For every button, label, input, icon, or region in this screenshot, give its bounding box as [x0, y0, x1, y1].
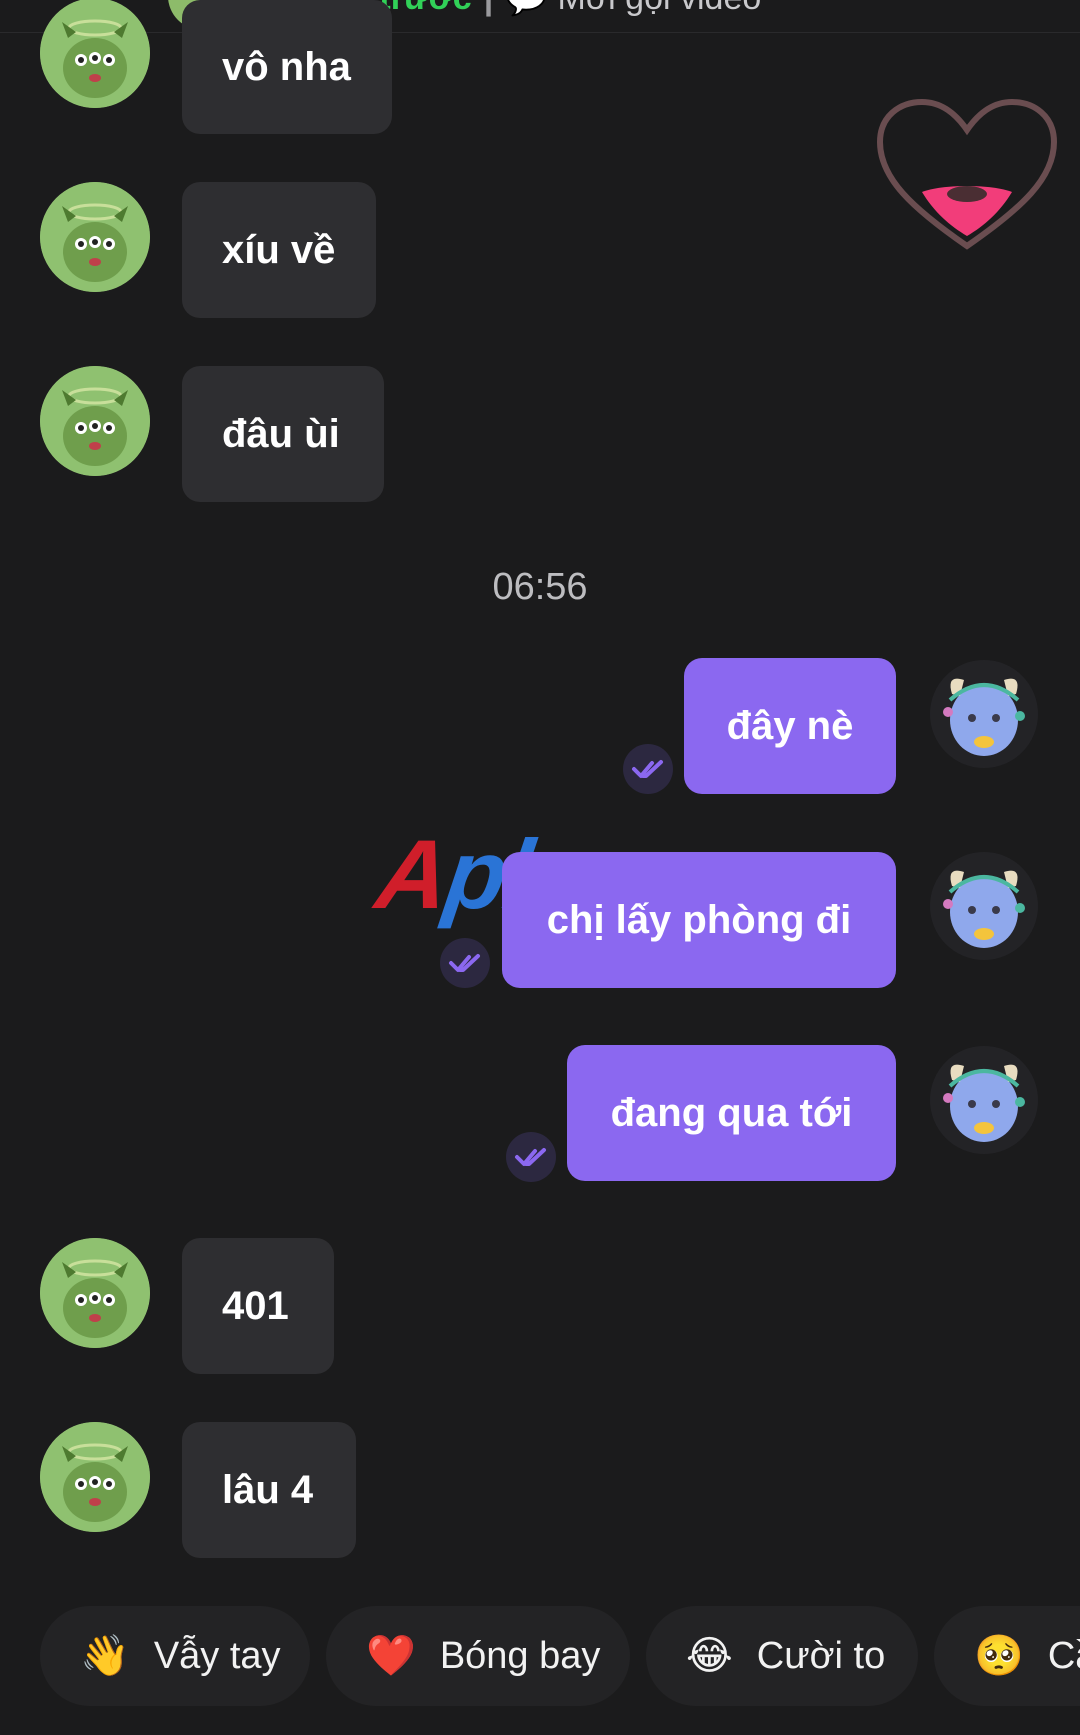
quick-reaction-plead[interactable]: 🥺 Cầ — [934, 1606, 1080, 1706]
green-monster-avatar-icon — [40, 182, 150, 292]
blue-horned-avatar-icon — [930, 660, 1038, 768]
green-monster-avatar-icon — [40, 1422, 150, 1532]
outgoing-message-bubble[interactable]: đang qua tới — [567, 1045, 896, 1181]
seen-check-icon — [440, 938, 490, 988]
incoming-message-bubble[interactable]: đâu ùi — [182, 366, 384, 502]
message-timestamp: 06:56 — [492, 566, 588, 608]
contact-avatar[interactable] — [40, 1422, 150, 1532]
status-separator: | — [484, 0, 494, 17]
message-text: đâu ùi — [222, 411, 340, 456]
quick-reaction-wave[interactable]: 👋 Vẫy tay — [40, 1606, 310, 1706]
outgoing-message-bubble[interactable]: chị lấy phòng đi — [502, 852, 896, 988]
laughing-face-icon: 😂 — [686, 1634, 733, 1678]
message-text: chị lấy phòng đi — [546, 897, 852, 942]
user-avatar[interactable] — [930, 852, 1038, 960]
contact-avatar[interactable] — [40, 1238, 150, 1348]
waving-hand-icon: 👋 — [80, 1634, 130, 1678]
user-avatar[interactable] — [930, 660, 1038, 768]
user-avatar[interactable] — [930, 1046, 1038, 1154]
blue-horned-avatar-icon — [930, 852, 1038, 960]
green-monster-avatar-icon — [40, 1238, 150, 1348]
green-monster-avatar-icon — [40, 366, 150, 476]
quick-reaction-bar: 👋 Vẫy tay ❤️ Bóng bay 😂 Cười to 🥺 Cầ — [0, 1606, 1080, 1706]
contact-avatar[interactable] — [40, 0, 150, 108]
incoming-message-bubble[interactable]: vô nha — [182, 0, 392, 134]
contact-avatar[interactable] — [40, 182, 150, 292]
incoming-message-bubble[interactable]: 401 — [182, 1238, 334, 1374]
seen-check-icon — [506, 1132, 556, 1182]
pleading-face-icon: 🥺 — [974, 1634, 1024, 1678]
quick-reaction-label: Cầ — [1047, 1634, 1080, 1677]
video-call-hint[interactable]: Mời gọi video — [558, 0, 762, 17]
quick-reaction-balloon[interactable]: ❤️ Bóng bay — [326, 1606, 630, 1706]
message-text: xíu về — [222, 227, 336, 272]
quick-reaction-label: Bóng bay — [439, 1634, 601, 1677]
message-text: vô nha — [222, 44, 351, 89]
contact-avatar[interactable] — [40, 366, 150, 476]
message-text: đây nè — [726, 703, 854, 748]
blue-horned-avatar-icon — [930, 1046, 1038, 1154]
outgoing-message-bubble[interactable]: đây nè — [684, 658, 896, 794]
incoming-message-bubble[interactable]: lâu 4 — [182, 1422, 356, 1558]
green-monster-avatar-icon — [40, 0, 150, 108]
message-text: 401 — [222, 1283, 289, 1328]
seen-check-icon — [623, 744, 673, 794]
quick-reaction-label: Cười to — [756, 1634, 886, 1677]
video-call-icon[interactable]: 💬 — [505, 0, 547, 17]
red-heart-icon: ❤️ — [366, 1634, 416, 1678]
heart-reaction-icon[interactable] — [872, 96, 1062, 256]
quick-reaction-label: Vẫy tay — [153, 1634, 281, 1677]
message-text: đang qua tới — [610, 1090, 853, 1135]
message-text: lâu 4 — [222, 1467, 314, 1512]
quick-reaction-laugh[interactable]: 😂 Cười to — [646, 1606, 918, 1706]
incoming-message-bubble[interactable]: xíu về — [182, 182, 376, 318]
chat-header: 2 phút trước|💬Mời gọi video — [0, 0, 1080, 33]
